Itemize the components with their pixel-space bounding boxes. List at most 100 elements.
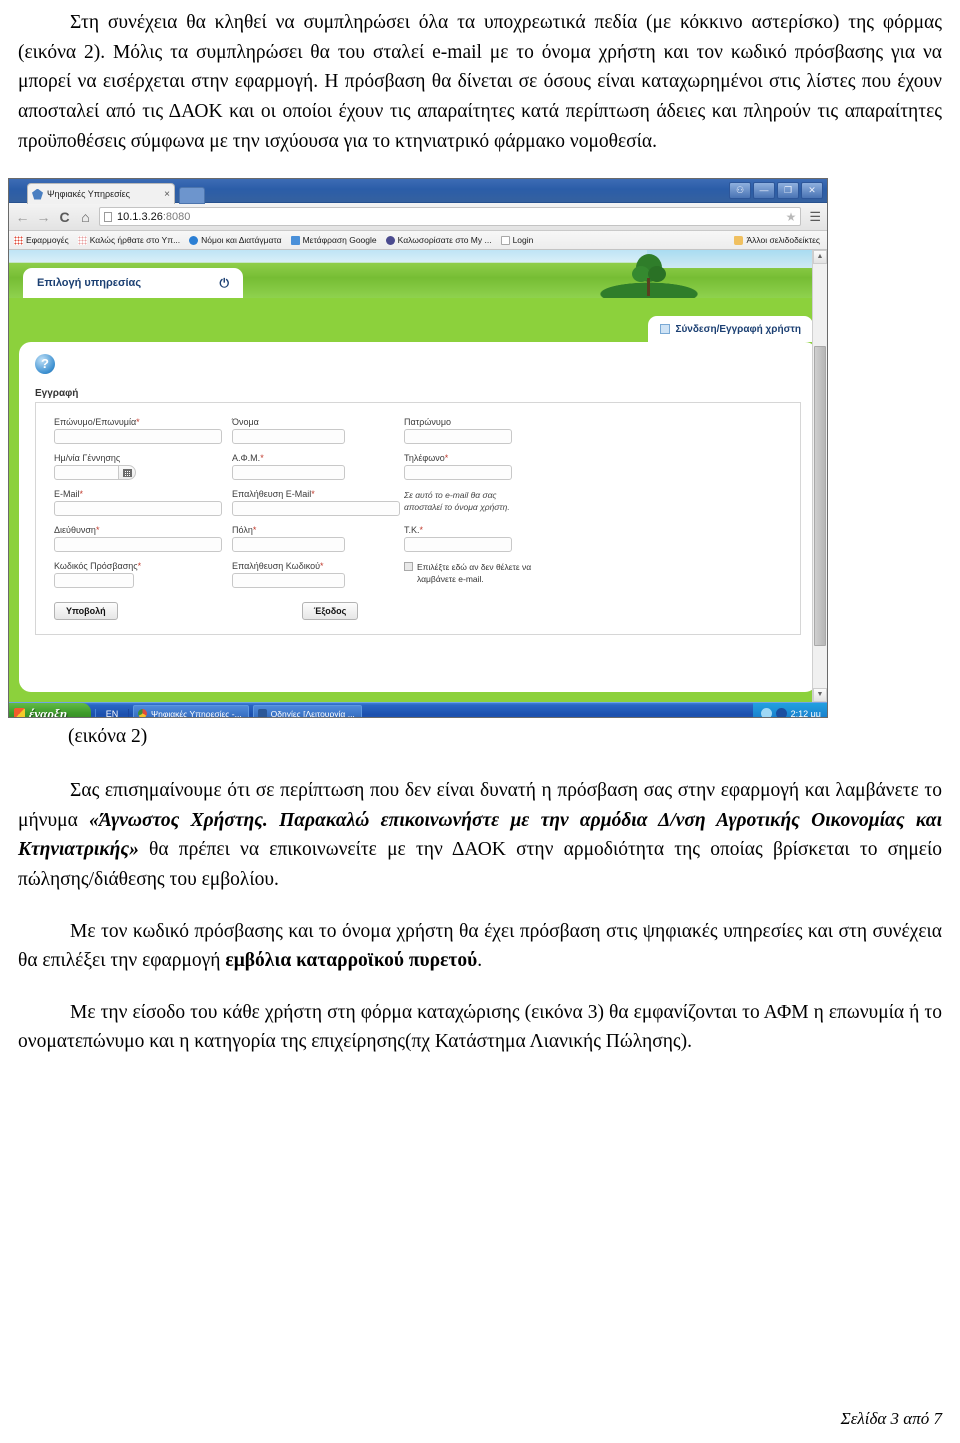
email-hint-block: Σε αυτό το e-mail θα σας αποσταλεί το όν… [404,489,534,516]
url-host: 10.1.3.26 [117,210,163,223]
bookmark-translate[interactable]: Μετάφραση Google [290,235,377,245]
tray-network-icon[interactable] [775,708,787,717]
url-port: :8080 [162,210,191,223]
bookmarks-bar: Εφαρμογές Καλώς ήρθατε στο Υπ... Νόμοι κ… [9,231,827,250]
menu-icon[interactable]: ☰ [807,209,821,225]
field-label: Διεύθυνση* [54,525,232,535]
bookmark-login[interactable]: Login [500,235,533,245]
user-icon[interactable]: ⚇ [729,182,751,199]
form-row: Επώνυμο/Επωνυμία* Όνομα Πατρώνυμο [54,417,782,444]
bookmark-label: Μετάφραση Google [302,235,377,245]
address-input[interactable] [54,537,222,552]
language-indicator[interactable]: EN [95,708,129,717]
password-input[interactable] [54,573,134,588]
service-selection-tab[interactable]: Επιλογή υπηρεσίας ⏻ [23,268,243,298]
close-icon[interactable]: × [161,189,170,200]
no-email-checkbox-row[interactable]: Επιλέξτε εδώ αν δεν θέλετε να λαμβάνετε … [404,561,534,586]
browser-tab[interactable]: Ψηφιακές Υπηρεσίες × [27,183,175,204]
bookmark-mywelcome[interactable]: Καλωσορίσατε στο My ... [385,235,492,245]
tree-icon [632,254,666,296]
window-controls: ⚇ — ❐ ✕ [729,182,823,199]
field-password: Κωδικός Πρόσβασης* [54,561,232,588]
email-input[interactable] [54,501,222,516]
bookmark-laws[interactable]: Νόμοι και Διατάγματα [189,235,282,245]
word-icon [257,709,267,717]
bookmark-apps[interactable]: Εφαρμογές [14,235,69,245]
scroll-up-icon[interactable]: ▲ [813,250,827,264]
world-icon [385,235,395,245]
tray-chevron-icon[interactable] [760,708,772,717]
maximize-icon[interactable]: ❐ [777,182,799,199]
home-icon[interactable]: ⌂ [78,209,93,225]
form-legend: Εγγραφή [35,388,79,399]
scroll-down-icon[interactable]: ▼ [813,688,827,702]
bookmark-label: Καλώς ήρθατε στο Υπ... [89,235,181,245]
phone-input[interactable] [404,465,512,480]
field-city: Πόλη* [232,525,404,552]
other-bookmarks[interactable]: Άλλοι σελιδοδείκτες [734,235,820,245]
paragraph-2: Σας επισημαίνουμε ότι σε περίπτωση που δ… [18,776,942,895]
power-icon[interactable]: ⏻ [220,276,230,291]
label-text: Διεύθυνση [54,525,96,535]
field-firstname: Όνομα [232,417,404,444]
taskbar-item-label: Οδηγίες [Λειτουργία ... [270,708,355,718]
page-content-panel: ? Εγγραφή Επώνυμο/Επωνυμία* Όνομα Πατρών… [19,342,817,692]
back-icon[interactable]: ← [15,209,30,225]
form-row: Διεύθυνση* Πόλη* Τ.Κ.* [54,525,782,552]
password-confirm-input[interactable] [232,573,345,588]
bookmark-star-icon[interactable]: ★ [786,210,797,224]
calendar-icon[interactable] [119,465,136,480]
fathername-input[interactable] [404,429,512,444]
help-icon[interactable]: ? [35,354,55,374]
minimize-icon[interactable]: — [753,182,775,199]
forward-icon[interactable]: → [36,209,51,225]
service-tab-label: Επιλογή υπηρεσίας [37,277,142,289]
new-tab-button[interactable] [179,187,205,204]
label-text: Α.Φ.Μ. [232,453,261,463]
windows-flag-icon [14,708,25,717]
city-input[interactable] [232,537,345,552]
page-scrollbar[interactable]: ▲ ▼ [812,250,827,702]
address-bar[interactable]: 10.1.3.26 :8080 ★ [99,207,802,226]
bookmark-welcome-yp[interactable]: Καλώς ήρθατε στο Υπ... [77,235,181,245]
login-register-tab[interactable]: Σύνδεση/Εγγραφή χρήστη [648,316,813,342]
field-phone: Τηλέφωνο* [404,453,534,480]
form-row: E-Mail* Επαλήθευση E-Mail* Σε αυτό το e-… [54,489,782,516]
submit-button[interactable]: Υποβολή [54,602,118,620]
page-info-icon [104,211,112,222]
required-marker: * [79,489,84,499]
taskbar-item-word[interactable]: Οδηγίες [Λειτουργία ... [252,705,362,718]
form-actions: Υποβολή Έξοδος [54,602,782,624]
afm-input[interactable] [232,465,345,480]
date-picker[interactable] [54,465,232,480]
checkbox-icon[interactable] [404,562,413,571]
bookmark-label: Νόμοι και Διατάγματα [201,235,282,245]
no-email-option: Επιλέξτε εδώ αν δεν θέλετε να λαμβάνετε … [404,561,534,588]
field-label: Α.Φ.Μ.* [232,453,404,463]
field-label: Επαλήθευση E-Mail* [232,489,404,499]
apps-grid-icon [14,235,23,245]
zip-input[interactable] [404,537,512,552]
scrollbar-thumb[interactable] [814,346,826,646]
email-hint: Σε αυτό το e-mail θα σας αποσταλεί το όν… [404,490,510,513]
paragraph-1: Στη συνέχεια θα κληθεί να συμπληρώσει όλ… [18,12,942,152]
page-icon [500,235,510,245]
email-confirm-input[interactable] [232,501,400,516]
sky-decoration [647,250,827,268]
field-label: Επώνυμο/Επωνυμία* [54,417,232,427]
taskbar-item-chrome[interactable]: Ψηφιακές Υπηρεσίες -... [133,705,249,717]
firstname-input[interactable] [232,429,345,444]
field-label: Πατρώνυμο [404,417,452,427]
label-text: Πόλη [232,525,253,535]
close-window-icon[interactable]: ✕ [801,182,823,199]
reload-icon[interactable]: C [57,209,72,225]
lastname-input[interactable] [54,429,222,444]
start-button[interactable]: έναρξη [9,702,91,717]
field-email: E-Mail* [54,489,232,516]
required-marker: * [444,453,449,463]
field-label: Κωδικός Πρόσβασης* [54,561,232,571]
exit-button[interactable]: Έξοδος [301,602,359,620]
birthdate-input[interactable] [54,465,119,480]
field-label: E-Mail* [54,489,232,499]
required-marker: * [137,561,142,571]
